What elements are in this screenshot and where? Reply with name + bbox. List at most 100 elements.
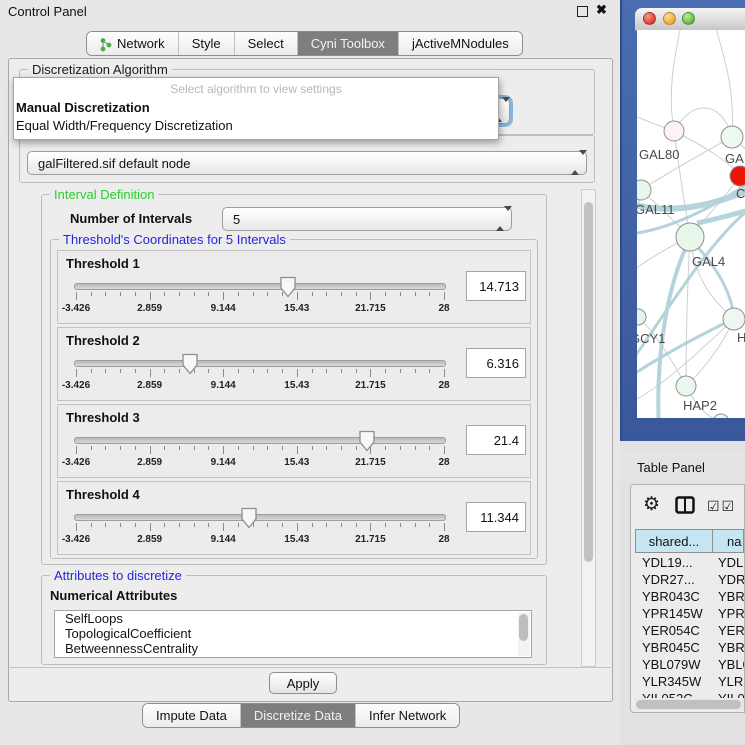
- mac-zoom-icon[interactable]: [682, 12, 695, 25]
- column-header-name[interactable]: na: [713, 529, 744, 553]
- cell-name[interactable]: YPR1: [713, 606, 744, 623]
- cell-shared-name[interactable]: YBL079W: [635, 657, 713, 674]
- network-node[interactable]: [713, 414, 729, 418]
- tick-mark: [326, 523, 327, 527]
- slider-track[interactable]: [74, 283, 446, 290]
- slider-thumb[interactable]: [279, 276, 297, 298]
- cell-name[interactable]: YIL0: [713, 691, 744, 698]
- table-data-group: Table Data galFiltered.sif default node: [19, 135, 595, 183]
- table-row[interactable]: YER054CYER0: [635, 623, 744, 640]
- number-of-intervals-label: Number of Intervals: [70, 211, 192, 226]
- table-row[interactable]: YPR145WYPR1: [635, 606, 744, 623]
- cell-name[interactable]: YDR2: [713, 572, 744, 589]
- cell-shared-name[interactable]: YDL19...: [635, 555, 713, 572]
- threshold-slider[interactable]: -3.4262.8599.14415.4321.71528: [72, 352, 448, 398]
- slider-thumb[interactable]: [358, 430, 376, 452]
- float-window-icon[interactable]: [577, 6, 588, 17]
- scrollbar-thumb[interactable]: [636, 700, 741, 709]
- list-item[interactable]: TopologicalCoefficient: [55, 626, 531, 641]
- number-of-intervals-combobox[interactable]: 5: [222, 207, 512, 231]
- network-node-c[interactable]: [730, 166, 745, 186]
- tab-cyni-toolbox[interactable]: Cyni Toolbox: [297, 32, 398, 55]
- node-label: GAL11: [637, 202, 675, 217]
- threshold-value-field[interactable]: 6.316: [466, 348, 526, 378]
- table-row[interactable]: YBR043CYBR0: [635, 589, 744, 606]
- panel-vertical-scrollbar[interactable]: [581, 189, 596, 667]
- list-item[interactable]: BetweennessCentrality: [55, 641, 531, 656]
- cell-shared-name[interactable]: YIL052C: [635, 691, 713, 698]
- panel-title: Control Panel: [8, 4, 87, 19]
- scrollbar-thumb[interactable]: [519, 614, 528, 641]
- table-row[interactable]: YDL19...YDL1: [635, 555, 744, 572]
- cell-shared-name[interactable]: YBR043C: [635, 589, 713, 606]
- threshold-slider[interactable]: -3.4262.8599.14415.4321.71528: [72, 429, 448, 475]
- numerical-attributes-list[interactable]: SelfLoopsTopologicalCoefficientBetweenne…: [54, 610, 532, 658]
- close-icon[interactable]: ✖: [596, 2, 607, 18]
- slider-tick-labels: -3.4262.8599.14415.4321.71528: [72, 380, 448, 392]
- tab-style[interactable]: Style: [178, 32, 234, 55]
- cell-shared-name[interactable]: YER054C: [635, 623, 713, 640]
- attributes-scrollbar[interactable]: [518, 612, 530, 656]
- cell-shared-name[interactable]: YDR27...: [635, 572, 713, 589]
- threshold-slider[interactable]: -3.4262.8599.14415.4321.71528: [72, 275, 448, 321]
- network-node-ga[interactable]: [721, 126, 743, 148]
- cell-name[interactable]: YBR0: [713, 589, 744, 606]
- tick-label: 9.144: [211, 534, 236, 545]
- slider-thumb[interactable]: [240, 507, 258, 529]
- dropdown-hint: Select algorithm to view settings: [14, 82, 498, 96]
- table-row[interactable]: YDR27...YDR2: [635, 572, 744, 589]
- tick-mark: [326, 369, 327, 373]
- slider-track[interactable]: [74, 437, 446, 444]
- mac-minimize-icon[interactable]: [663, 12, 676, 25]
- tick-mark: [208, 292, 209, 296]
- cell-name[interactable]: YDL1: [713, 555, 744, 572]
- network-node-gal80[interactable]: [664, 121, 684, 141]
- scrollbar-thumb[interactable]: [584, 202, 593, 562]
- threshold-value-field[interactable]: 14.713: [466, 271, 526, 301]
- bottom-tab-impute-data[interactable]: Impute Data: [143, 704, 240, 727]
- column-header-shared[interactable]: shared...: [635, 529, 713, 553]
- bottom-tab-infer-network[interactable]: Infer Network: [355, 704, 459, 727]
- mac-close-icon[interactable]: [643, 12, 656, 25]
- network-window-titlebar[interactable]: [635, 8, 745, 31]
- cell-name[interactable]: YLR3: [713, 674, 744, 691]
- table-row[interactable]: YBR045CYBR0: [635, 640, 744, 657]
- dropdown-item-equal-width-frequency[interactable]: Equal Width/Frequency Discretization: [16, 118, 233, 133]
- network-node-h[interactable]: [723, 308, 745, 330]
- threshold-slider[interactable]: -3.4262.8599.14415.4321.71528: [72, 506, 448, 552]
- slider-track[interactable]: [74, 360, 446, 367]
- table-row[interactable]: YIL052CYIL0: [635, 691, 744, 698]
- tab-select[interactable]: Select: [234, 32, 297, 55]
- tab-network[interactable]: Network: [87, 32, 178, 55]
- cell-shared-name[interactable]: YBR045C: [635, 640, 713, 657]
- bottom-tab-discretize-data[interactable]: Discretize Data: [240, 704, 355, 727]
- table-horizontal-scrollbar[interactable]: [635, 699, 744, 710]
- cell-shared-name[interactable]: YLR345W: [635, 674, 713, 691]
- select-checkboxes-icon[interactable]: ☑☑: [707, 498, 736, 515]
- cell-name[interactable]: YBL0: [713, 657, 744, 674]
- tab-jactivemnodules[interactable]: jActiveMNodules: [398, 32, 522, 55]
- cell-name[interactable]: YER0: [713, 623, 744, 640]
- network-node-hap2[interactable]: [676, 376, 696, 396]
- tick-label: -3.426: [62, 303, 90, 314]
- network-node-gal4[interactable]: [676, 223, 704, 251]
- table-row[interactable]: YLR345WYLR3: [635, 674, 744, 691]
- slider-thumb[interactable]: [181, 353, 199, 375]
- table-data-combobox[interactable]: galFiltered.sif default node: [27, 151, 587, 175]
- threshold-value-field[interactable]: 11.344: [466, 502, 526, 532]
- list-item[interactable]: SelfLoops: [55, 611, 531, 626]
- threshold-value-field[interactable]: 21.4: [466, 425, 526, 455]
- tick-label: 21.715: [355, 380, 386, 391]
- gear-icon[interactable]: ⚙: [643, 493, 660, 516]
- apply-button[interactable]: Apply: [269, 672, 337, 694]
- table-row[interactable]: YBL079WYBL0: [635, 657, 744, 674]
- network-canvas[interactable]: GAL80GACGAL11GAL4GCY1HHAP2: [637, 30, 745, 418]
- tick-mark: [164, 523, 165, 527]
- columns-icon[interactable]: [675, 496, 695, 519]
- bottom-tab-label: Discretize Data: [254, 708, 342, 723]
- cell-shared-name[interactable]: YPR145W: [635, 606, 713, 623]
- slider-track[interactable]: [74, 514, 446, 521]
- network-node-gcy1[interactable]: [637, 309, 646, 325]
- dropdown-item-manual-discretization[interactable]: Manual Discretization: [16, 100, 150, 115]
- cell-name[interactable]: YBR0: [713, 640, 744, 657]
